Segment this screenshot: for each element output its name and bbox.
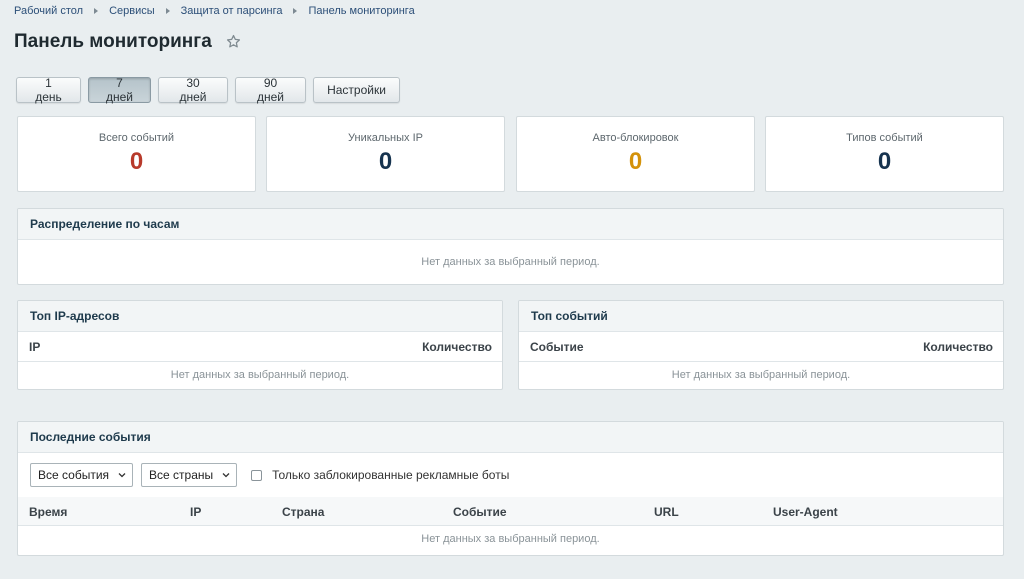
empty-message: Нет данных за выбранный период. — [421, 256, 600, 268]
country-select[interactable]: Все страны — [141, 463, 238, 487]
only-blocked-bots-label[interactable]: Только заблокированные рекламные боты — [272, 468, 509, 482]
column-header-time[interactable]: Время — [29, 505, 67, 519]
stat-card-auto-blocks: Авто-блокировок 0 — [516, 116, 755, 192]
panel-title: Топ событий — [519, 301, 1003, 332]
panel-title: Распределение по часам — [18, 209, 1003, 240]
chevron-down-icon — [222, 473, 230, 478]
stat-value: 0 — [129, 148, 144, 175]
event-type-select[interactable]: Все события — [30, 463, 134, 487]
stat-label: Авто-блокировок — [592, 132, 679, 144]
page-title: Панель мониторинга — [14, 31, 212, 52]
column-header-count[interactable]: Количество — [923, 340, 993, 354]
panel-title: Топ IP-адресов — [18, 301, 502, 332]
column-header-url[interactable]: URL — [654, 505, 679, 519]
stat-label: Типов событий — [846, 132, 923, 144]
breadcrumb: Рабочий стол Сервисы Защита от парсинга … — [14, 5, 415, 17]
stats-row: Всего событий 0 Уникальных IP 0 Авто-бло… — [17, 116, 1004, 192]
stat-card-event-types: Типов событий 0 — [765, 116, 1004, 192]
select-value: Все события — [38, 468, 110, 482]
stat-label: Уникальных IP — [348, 132, 423, 144]
table-header: IP Количество — [18, 332, 502, 362]
stat-label: Всего событий — [98, 132, 175, 144]
breadcrumb-item-parsing-protection[interactable]: Защита от парсинга — [181, 5, 283, 17]
stat-value: 0 — [877, 148, 892, 175]
only-blocked-bots-checkbox[interactable] — [251, 469, 263, 481]
empty-message: Нет данных за выбранный период. — [671, 369, 851, 381]
table-header: Событие Количество — [519, 332, 1003, 362]
column-header-country[interactable]: Страна — [282, 505, 324, 519]
stat-value: 0 — [628, 148, 643, 175]
column-header-event[interactable]: Событие — [453, 505, 507, 519]
column-header-event[interactable]: Событие — [530, 340, 584, 354]
period-toolbar: 1 день 7 дней 30 дней 90 дней Настройки — [16, 76, 400, 104]
recent-events-panel: Последние события Все события Все страны… — [17, 421, 1004, 556]
star-icon[interactable] — [226, 34, 241, 52]
column-header-count[interactable]: Количество — [422, 340, 492, 354]
breadcrumb-separator-icon — [165, 8, 170, 14]
stat-value: 0 — [378, 148, 393, 175]
breadcrumb-separator-icon — [293, 8, 298, 14]
table-header: Время IP Страна Событие URL User-Agent — [18, 497, 1003, 526]
empty-message: Нет данных за выбранный период. — [421, 533, 600, 545]
breadcrumb-item-dashboard[interactable]: Панель мониторинга — [308, 5, 414, 17]
column-header-user-agent[interactable]: User-Agent — [773, 505, 838, 519]
hourly-distribution-panel: Распределение по часам Нет данных за выб… — [17, 208, 1004, 285]
filters-bar: Все события Все страны Только заблокиров… — [18, 453, 1003, 497]
top-ip-panel: Топ IP-адресов IP Количество Нет данных … — [17, 300, 503, 390]
column-header-ip[interactable]: IP — [29, 340, 40, 354]
period-7-days-button[interactable]: 7 дней — [88, 76, 151, 104]
stat-card-unique-ip: Уникальных IP 0 — [266, 116, 505, 192]
breadcrumb-separator-icon — [94, 8, 99, 14]
top-events-panel: Топ событий Событие Количество Нет данны… — [518, 300, 1004, 390]
page-title-row: Панель мониторинга — [14, 31, 241, 53]
settings-button[interactable]: Настройки — [313, 77, 400, 103]
chevron-down-icon — [118, 473, 126, 478]
period-1-day-button[interactable]: 1 день — [16, 76, 81, 104]
stat-card-total-events: Всего событий 0 — [17, 116, 256, 192]
panel-title: Последние события — [18, 422, 1003, 453]
period-90-days-button[interactable]: 90 дней — [235, 76, 306, 104]
period-30-days-button[interactable]: 30 дней — [158, 76, 228, 104]
breadcrumb-item-desktop[interactable]: Рабочий стол — [14, 5, 83, 17]
column-header-ip[interactable]: IP — [190, 505, 201, 519]
breadcrumb-item-services[interactable]: Сервисы — [109, 5, 155, 17]
empty-message: Нет данных за выбранный период. — [170, 369, 350, 381]
select-value: Все страны — [149, 468, 214, 482]
